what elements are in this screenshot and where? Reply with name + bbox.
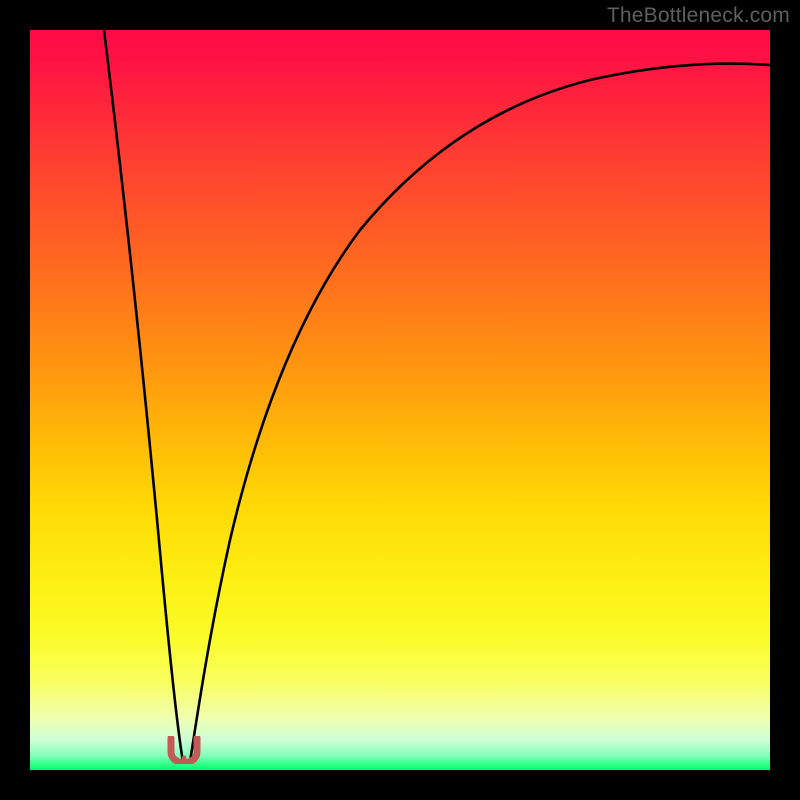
- bottleneck-curve: [30, 30, 770, 770]
- plot-area: [30, 30, 770, 770]
- outer-frame: TheBottleneck.com: [0, 0, 800, 800]
- watermark-text: TheBottleneck.com: [607, 4, 790, 28]
- marker-dot: [182, 756, 187, 761]
- curve-left-branch: [104, 30, 183, 762]
- minimum-marker-icon: [167, 736, 201, 764]
- curve-right-branch: [190, 64, 770, 762]
